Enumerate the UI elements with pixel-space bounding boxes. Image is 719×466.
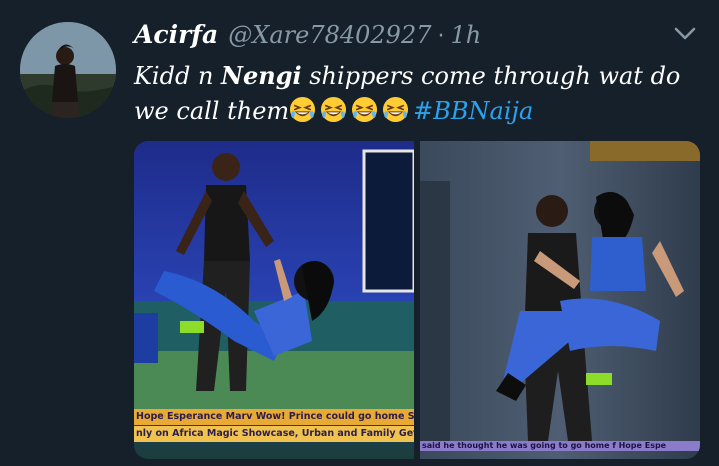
- separator: ·: [437, 24, 445, 49]
- ticker-right: said he thought he was going to go home …: [420, 441, 700, 451]
- tweet-media: Hope Esperance Marv Wow! Prince could go…: [134, 141, 700, 459]
- tweet: Acirfa @Xare78402927 · 1h Kidd n Nengi s…: [0, 0, 719, 466]
- tweet-text-part1: Kidd n: [134, 62, 222, 90]
- ticker-line1: Hope Esperance Marv Wow! Prince could go…: [134, 409, 414, 425]
- user-handle[interactable]: @Xare78402927: [228, 21, 431, 49]
- tweet-text-bold: Nengi: [221, 61, 302, 90]
- photo-left[interactable]: Hope Esperance Marv Wow! Prince could go…: [134, 141, 414, 459]
- photo-right[interactable]: said he thought he was going to go home …: [420, 141, 700, 459]
- grinning-squinting-face-icon: [290, 96, 316, 123]
- hashtag-link[interactable]: #BBNaija: [413, 97, 533, 125]
- tweet-header: Acirfa @Xare78402927 · 1h: [134, 20, 481, 56]
- timestamp[interactable]: 1h: [450, 21, 481, 49]
- grinning-squinting-face-icon: [383, 96, 409, 123]
- avatar[interactable]: [20, 22, 116, 118]
- display-name[interactable]: Acirfa: [134, 20, 218, 49]
- tweet-text: Kidd n Nengi shippers come through wat d…: [134, 58, 714, 129]
- ticker-line2: nly on Africa Magic Showcase, Urban and …: [134, 426, 414, 442]
- grinning-squinting-face-icon: [321, 96, 347, 123]
- grinning-squinting-face-icon: [352, 96, 378, 123]
- chevron-down-icon[interactable]: [674, 26, 696, 42]
- emoji-group: [289, 96, 413, 125]
